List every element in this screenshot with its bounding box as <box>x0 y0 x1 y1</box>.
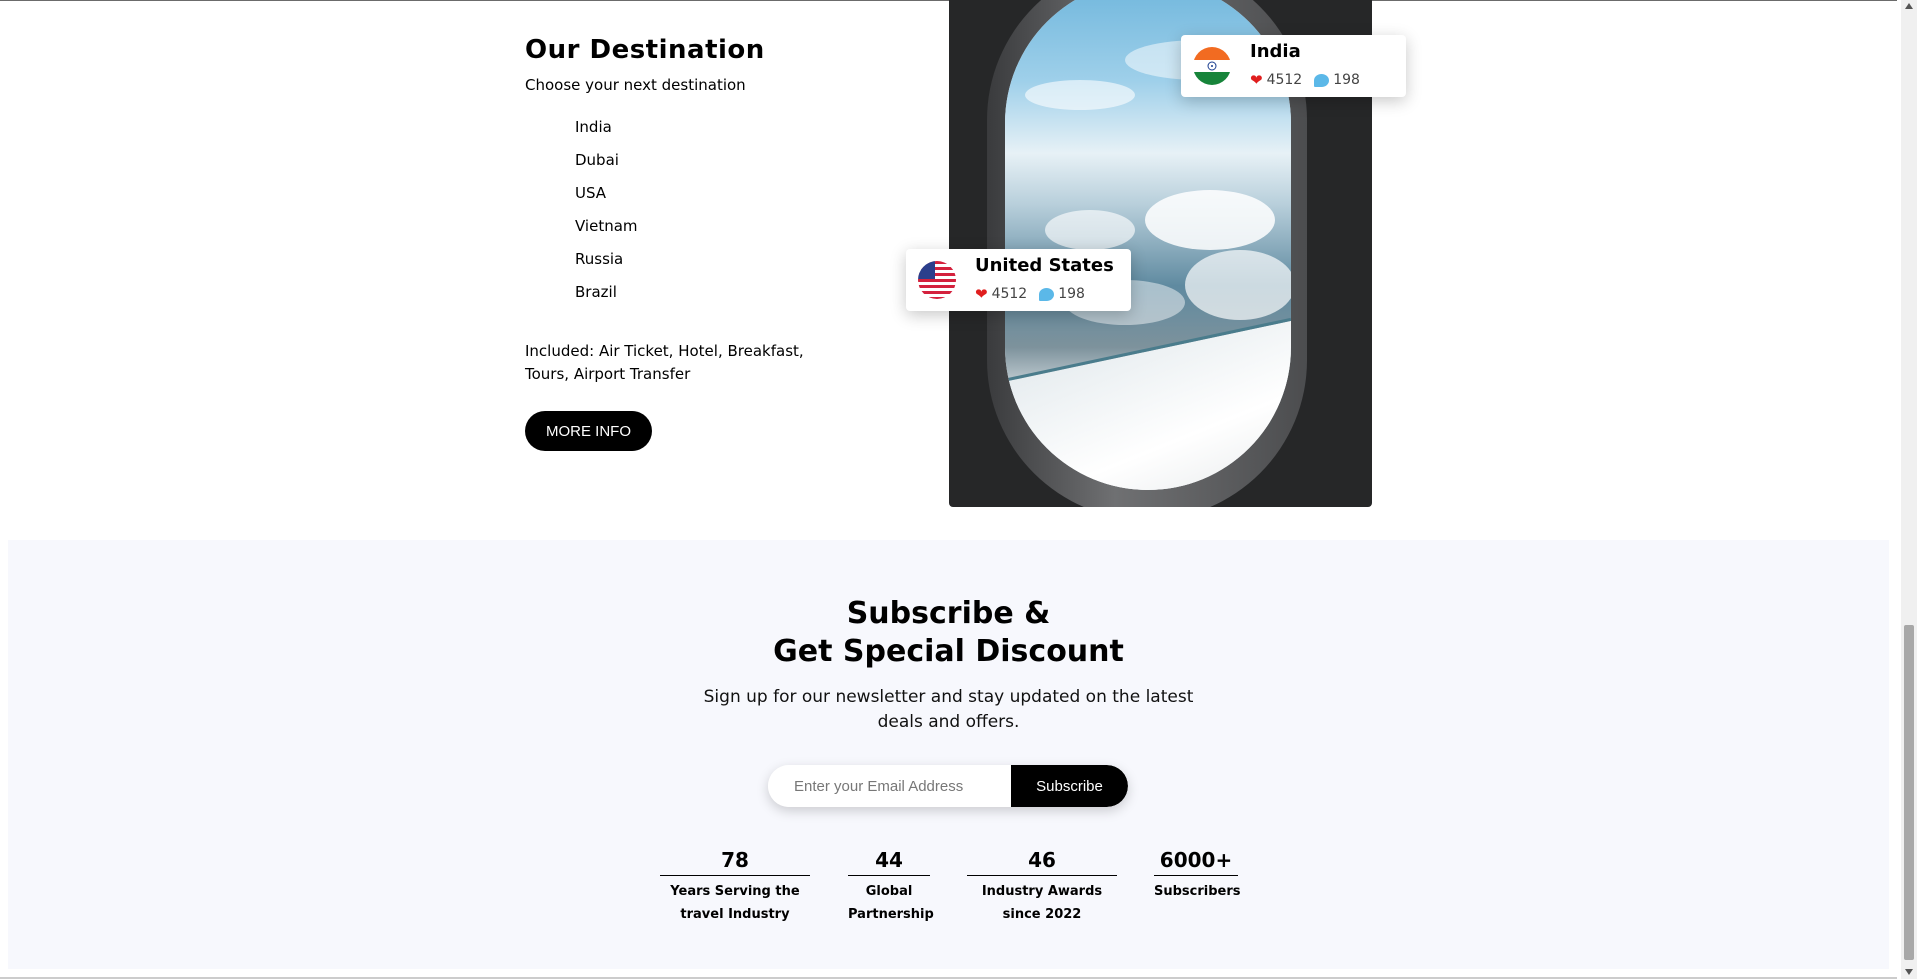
us-flag-icon <box>918 261 956 299</box>
destination-subtitle: Choose your next destination <box>525 76 746 94</box>
scrollbar-thumb[interactable] <box>1904 625 1914 960</box>
stat-years: 78 Years Serving the travel Industry <box>660 846 810 926</box>
stat-awards: 46 Industry Awards since 2022 <box>967 846 1117 926</box>
destination-item-india[interactable]: India <box>575 117 638 150</box>
india-likes-count: 4512 <box>1266 72 1303 88</box>
us-comments-count: 198 <box>1058 286 1085 302</box>
us-card-stats: ❤ 4512 198 <box>975 286 1085 302</box>
stat-partnership: 44 Global Partnership <box>848 846 934 926</box>
stat-value: 44 <box>848 846 930 876</box>
vertical-scrollbar[interactable] <box>1901 0 1917 979</box>
stat-label: Years Serving the travel Industry <box>670 884 800 922</box>
included-text: Included: Air Ticket, Hotel, Breakfast, … <box>525 342 804 383</box>
india-card[interactable]: India ❤ 4512 198 <box>1181 35 1406 97</box>
stat-subscribers: 6000+ Subscribers <box>1154 846 1241 903</box>
stat-value: 46 <box>967 846 1117 876</box>
heart-icon: ❤ <box>1250 70 1263 89</box>
comment-icon <box>1039 287 1055 301</box>
subscribe-button[interactable]: Subscribe <box>1011 765 1128 807</box>
stat-value: 78 <box>660 846 810 876</box>
comment-icon <box>1314 73 1330 87</box>
subscribe-title-line1: Subscribe & <box>846 596 1051 631</box>
stat-label: Industry Awards since 2022 <box>981 884 1103 922</box>
india-card-name: India <box>1250 41 1301 62</box>
subscribe-title: Subscribe & Get Special Discount <box>0 595 1897 671</box>
scroll-down-arrow-icon[interactable] <box>1905 969 1913 975</box>
india-comments-count: 198 <box>1333 72 1360 88</box>
destination-item-vietnam[interactable]: Vietnam <box>575 216 638 249</box>
scroll-up-arrow-icon[interactable] <box>1905 3 1913 9</box>
subscribe-description: Sign up for our newsletter and stay upda… <box>703 687 1194 732</box>
email-input[interactable] <box>768 765 1011 807</box>
stat-value: 6000+ <box>1154 846 1238 876</box>
destination-item-russia[interactable]: Russia <box>575 249 638 282</box>
stat-label: Subscribers <box>1154 884 1241 899</box>
us-card-name: United States <box>975 255 1114 276</box>
india-flag-icon <box>1193 47 1231 85</box>
destination-item-brazil[interactable]: Brazil <box>575 282 638 315</box>
india-card-stats: ❤ 4512 198 <box>1250 72 1360 88</box>
subscribe-title-line2: Get Special Discount <box>773 634 1124 669</box>
stat-label: Global Partnership <box>848 884 934 922</box>
us-card[interactable]: United States ❤ 4512 198 <box>906 249 1131 311</box>
us-likes-count: 4512 <box>991 286 1028 302</box>
subscribe-form: Subscribe <box>768 765 1128 807</box>
destination-item-usa[interactable]: USA <box>575 183 638 216</box>
destination-item-dubai[interactable]: Dubai <box>575 150 638 183</box>
destination-title: Our Destination <box>525 35 765 65</box>
more-info-button[interactable]: MORE INFO <box>525 411 652 451</box>
destination-list: India Dubai USA Vietnam Russia Brazil <box>575 117 638 315</box>
heart-icon: ❤ <box>975 284 988 303</box>
